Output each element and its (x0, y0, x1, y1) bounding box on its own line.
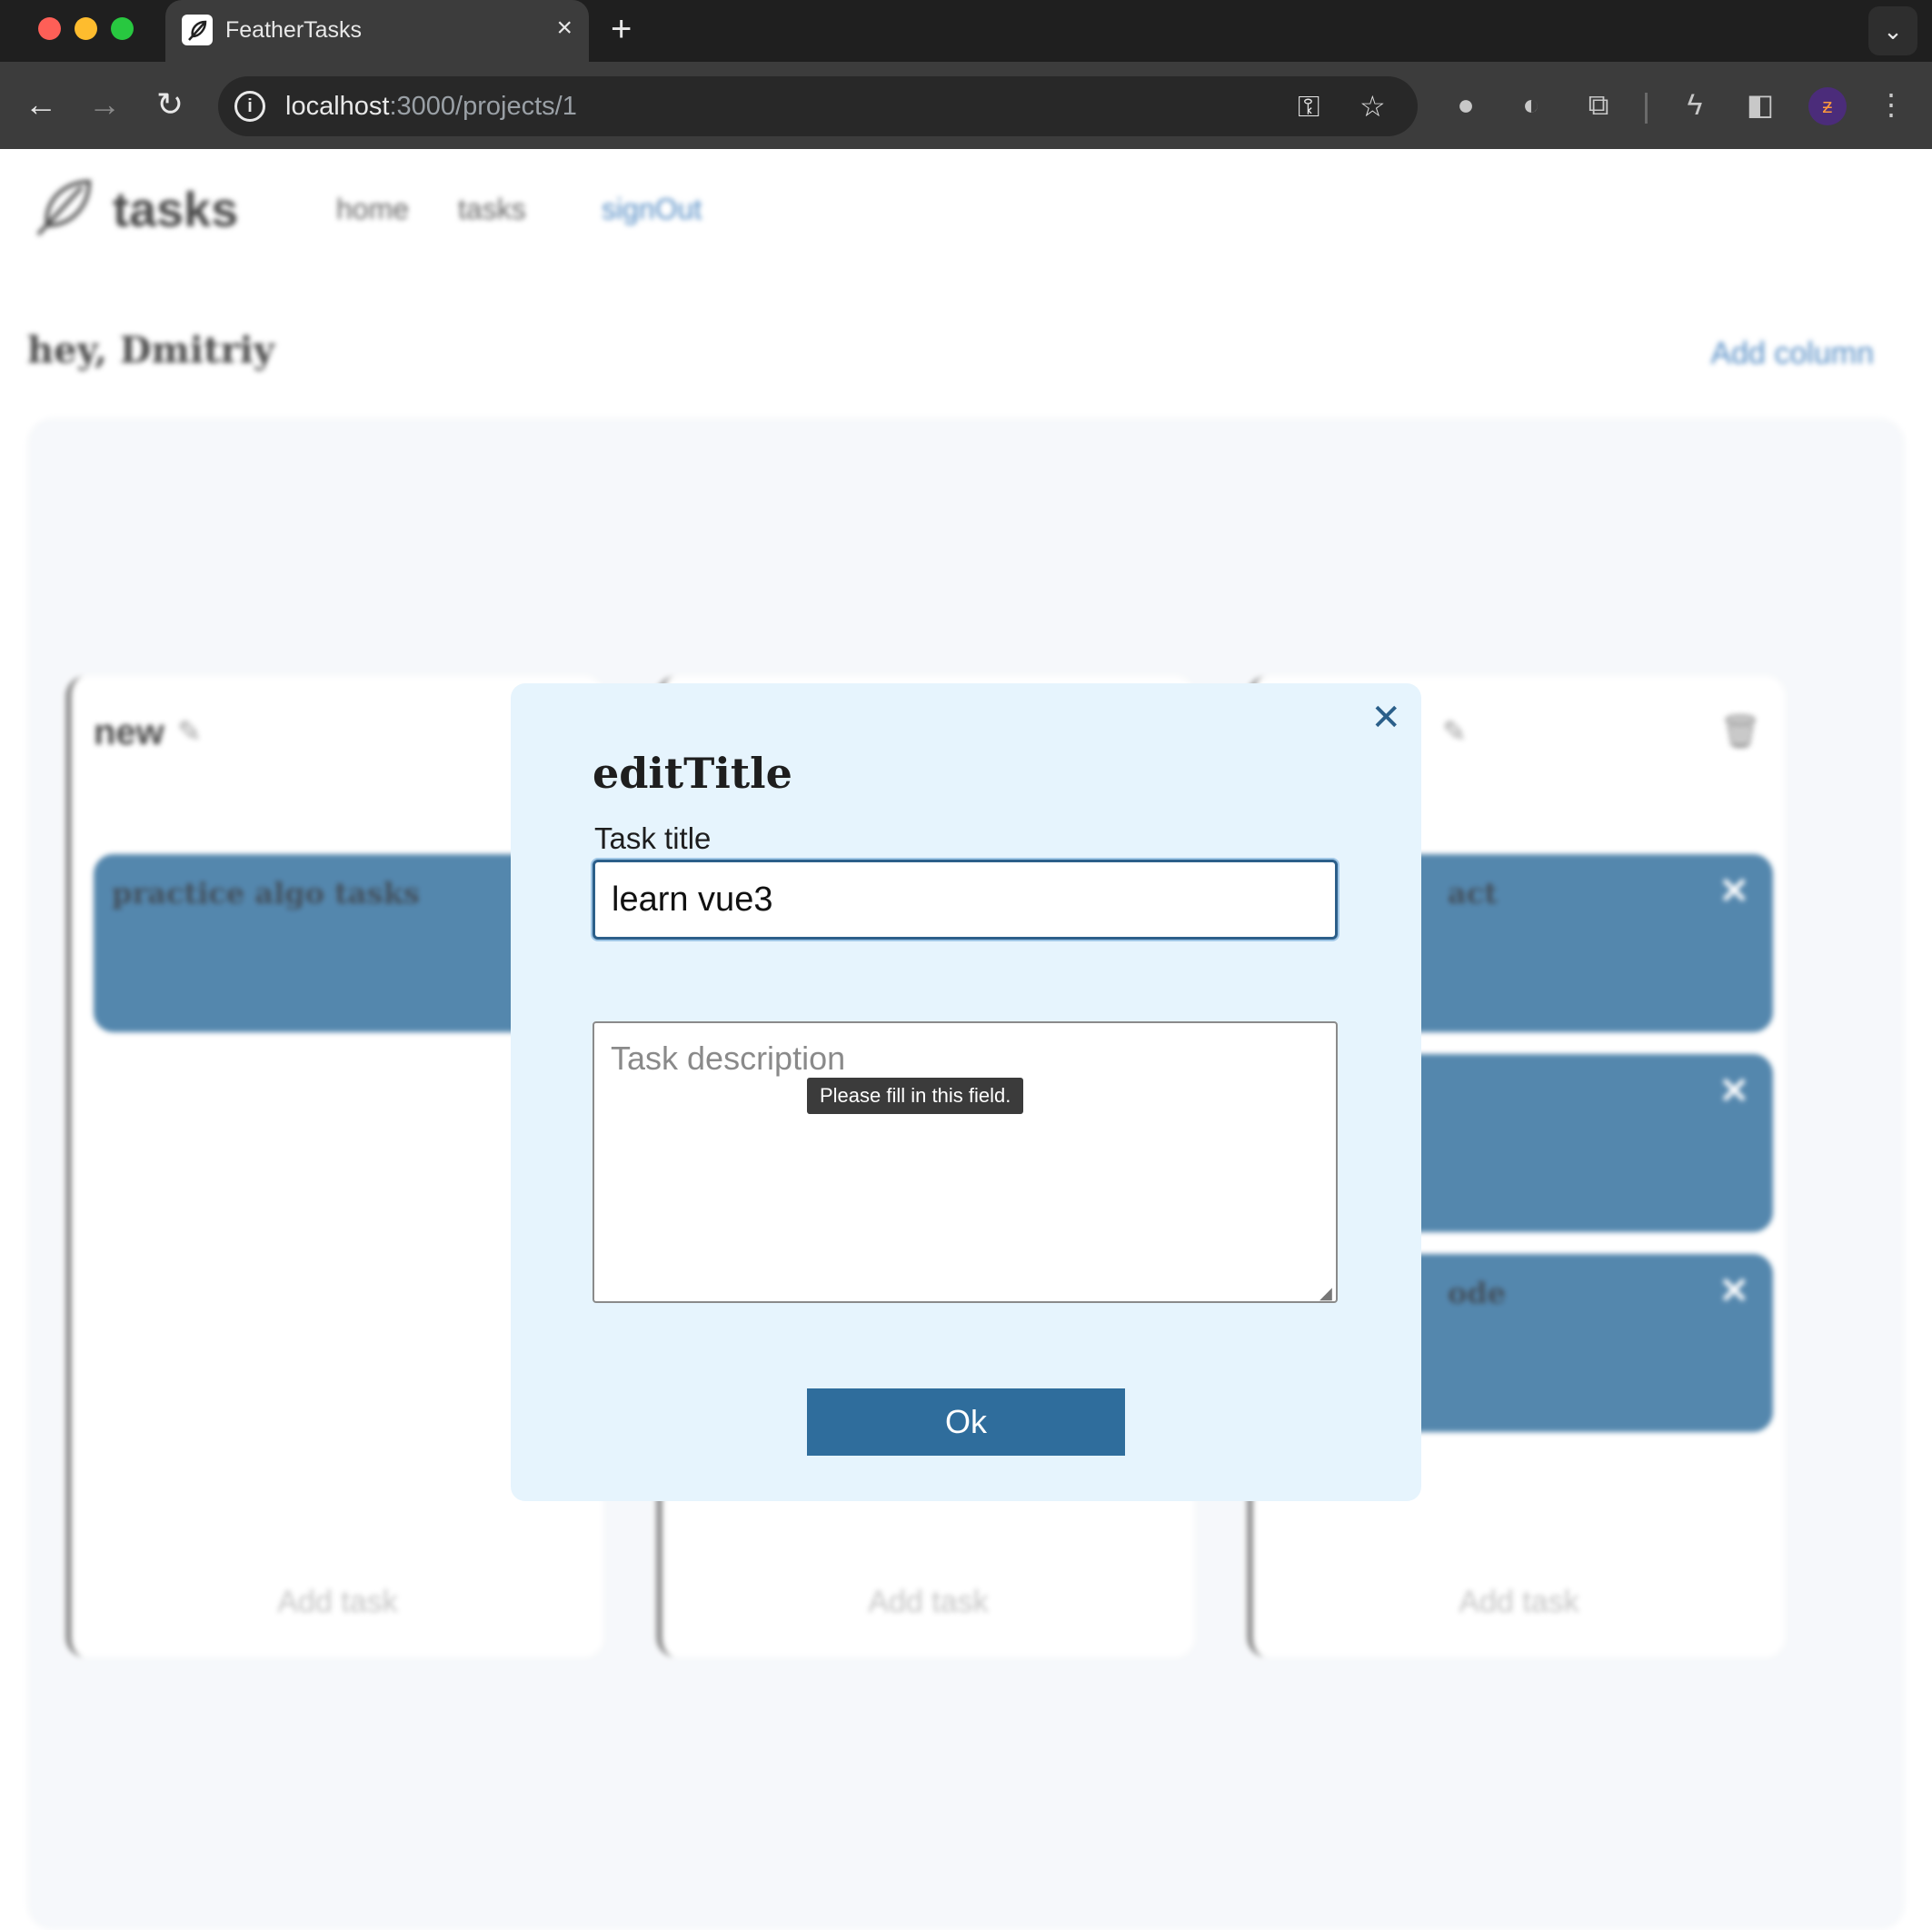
page: tasks home tasks signOut hey, Dmitriy Ad… (0, 149, 1932, 1930)
url-path: :3000/projects/1 (389, 92, 577, 121)
feather-icon (182, 15, 213, 45)
bookmark-star-icon[interactable]: ☆ (1359, 89, 1386, 124)
profile-avatar[interactable]: ƶ (1808, 87, 1847, 125)
task-description-textarea[interactable] (593, 1021, 1338, 1303)
extension-icon[interactable]: ● (1445, 84, 1487, 125)
extension-icon[interactable]: ◐ (1510, 84, 1552, 125)
close-icon[interactable]: ✕ (1370, 696, 1401, 740)
tab-search-chevron-icon[interactable]: ⌄ (1868, 6, 1917, 55)
puzzle-extensions-icon[interactable]: ⧉ (1578, 84, 1619, 125)
validation-tooltip: Please fill in this field. (807, 1078, 1024, 1114)
window-maximize-button[interactable] (111, 17, 134, 40)
task-title-label: Task title (594, 821, 712, 855)
kebab-menu-icon[interactable]: ⋮ (1870, 84, 1912, 125)
url-text[interactable]: localhost:3000/projects/1 (285, 91, 577, 122)
browser-toolbar: ← → ↻ i localhost:3000/projects/1 ⚿ ☆ ● … (0, 62, 1932, 149)
url-host: localhost (285, 92, 390, 121)
modal-title: editTitle (593, 749, 792, 798)
reload-icon[interactable]: ↻ (147, 82, 193, 127)
browser-tabbar: FeatherTasks × + ⌄ (0, 0, 1932, 62)
tab-close-icon[interactable]: × (556, 13, 573, 44)
window-close-button[interactable] (38, 17, 61, 40)
task-title-input[interactable] (593, 860, 1338, 940)
tab-title: FeatherTasks (225, 17, 363, 43)
site-info-icon[interactable]: i (234, 91, 265, 122)
address-bar[interactable]: i localhost:3000/projects/1 ⚿ ☆ (218, 76, 1418, 136)
browser-tab[interactable]: FeatherTasks × (165, 0, 589, 62)
window-minimize-button[interactable] (75, 17, 97, 40)
new-tab-button[interactable]: + (611, 11, 632, 47)
toolbar-separator (1645, 93, 1648, 124)
back-arrow-icon[interactable]: ← (18, 82, 64, 127)
side-panel-icon[interactable]: ◧ (1739, 84, 1781, 125)
edit-task-modal: ✕ editTitle Task title ◢ Please fill in … (511, 683, 1421, 1501)
resize-handle-icon[interactable]: ◢ (1320, 1285, 1332, 1301)
password-key-icon[interactable]: ⚿ (1298, 89, 1320, 124)
ok-button[interactable]: Ok (807, 1388, 1125, 1456)
forward-arrow-icon[interactable]: → (82, 82, 127, 127)
performance-icon[interactable]: ϟ (1674, 84, 1716, 125)
